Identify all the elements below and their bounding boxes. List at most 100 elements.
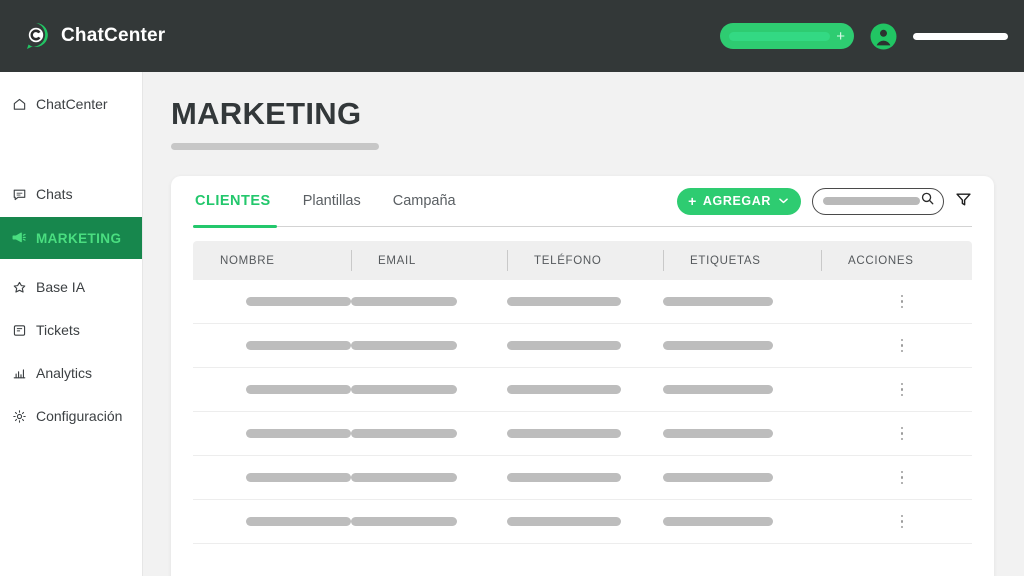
table-cell (193, 341, 351, 350)
tab-clientes[interactable]: CLIENTES (193, 176, 287, 228)
table-row[interactable] (193, 280, 972, 324)
cell-placeholder-bar (351, 341, 457, 350)
megaphone-icon (11, 230, 27, 246)
table-cell (193, 385, 351, 394)
cell-placeholder-bar (663, 385, 773, 394)
sidebar-item-analytics[interactable]: Analytics (0, 358, 142, 388)
cell-placeholder-bar (663, 517, 773, 526)
filter-button[interactable] (955, 191, 972, 211)
sidebar-item-chats[interactable]: Chats (0, 179, 142, 209)
table-cell (351, 473, 507, 482)
main-content: MARKETING CLIENTES Plantillas Campaña + … (143, 72, 1024, 576)
column-divider (821, 250, 822, 271)
table-cell (351, 385, 507, 394)
tab-list: CLIENTES Plantillas Campaña (193, 176, 472, 228)
app-root: ChatCenter + ChatCenter Chats MARKETING … (0, 0, 1024, 576)
column-header-label: NOMBRE (220, 254, 275, 267)
table-cell (663, 517, 821, 526)
sidebar-item-base-ia[interactable]: Base IA (0, 272, 142, 302)
kebab-menu-icon[interactable] (894, 467, 910, 489)
table-cell (507, 297, 663, 306)
sidebar-item-label: MARKETING (36, 230, 122, 246)
table-cell (507, 341, 663, 350)
table-row[interactable] (193, 368, 972, 412)
top-add-button[interactable]: + (720, 23, 854, 49)
column-divider (351, 250, 352, 271)
add-button-placeholder-bar (729, 31, 831, 41)
column-header-etiquetas: ETIQUETAS (663, 241, 821, 280)
kebab-menu-icon[interactable] (894, 511, 910, 533)
cell-placeholder-bar (507, 341, 621, 350)
add-client-button[interactable]: + AGREGAR (677, 187, 801, 215)
add-button-label: AGREGAR (702, 194, 771, 208)
column-divider (507, 250, 508, 271)
table-row[interactable] (193, 500, 972, 544)
clients-card: CLIENTES Plantillas Campaña + AGREGAR NO… (171, 176, 994, 576)
brand-name: ChatCenter (61, 25, 166, 46)
table-cell (663, 429, 821, 438)
sidebar-item-label: Chats (36, 186, 73, 202)
page-subtitle-placeholder-bar (171, 143, 379, 150)
table-cell (507, 473, 663, 482)
column-header-nombre: NOMBRE (193, 241, 351, 280)
tab-campana[interactable]: Campaña (377, 176, 472, 227)
sidebar-item-tickets[interactable]: Tickets (0, 315, 142, 345)
table-row[interactable] (193, 324, 972, 368)
cell-placeholder-bar (663, 429, 773, 438)
table-cell (507, 385, 663, 394)
user-name-placeholder-bar (913, 32, 1008, 40)
star-icon (11, 279, 27, 295)
cell-placeholder-bar (351, 385, 457, 394)
sidebar-item-configuracion[interactable]: Configuración (0, 401, 142, 431)
cell-placeholder-bar (351, 517, 457, 526)
tab-plantillas[interactable]: Plantillas (287, 176, 377, 227)
search-placeholder-bar (823, 197, 920, 205)
sidebar-item-chatcenter[interactable]: ChatCenter (0, 89, 142, 119)
plus-icon: + (836, 27, 845, 45)
cell-placeholder-bar (246, 341, 351, 350)
kebab-menu-icon[interactable] (894, 335, 910, 357)
sidebar-item-marketing[interactable]: MARKETING (0, 217, 142, 259)
cell-placeholder-bar (246, 297, 351, 306)
filter-funnel-icon (955, 191, 972, 211)
toolbar-actions: + AGREGAR (677, 187, 972, 215)
cell-placeholder-bar (351, 473, 457, 482)
top-bar-right: + (720, 0, 1008, 72)
sidebar-item-label: ChatCenter (36, 96, 108, 112)
page-title: MARKETING (171, 96, 362, 131)
table-row[interactable] (193, 412, 972, 456)
user-avatar-icon[interactable] (870, 23, 897, 50)
table-cell (507, 429, 663, 438)
cell-placeholder-bar (507, 429, 621, 438)
table-cell (193, 429, 351, 438)
table-row[interactable] (193, 456, 972, 500)
chart-icon (11, 365, 27, 381)
column-header-email: EMAIL (351, 241, 507, 280)
ticket-icon (11, 322, 27, 338)
sidebar-item-label: Tickets (36, 322, 80, 338)
column-header-label: TELÉFONO (534, 254, 602, 267)
tab-label: CLIENTES (195, 193, 271, 209)
table-cell (351, 341, 507, 350)
column-divider (663, 250, 664, 271)
column-header-label: ETIQUETAS (690, 254, 761, 267)
chevron-down-icon (779, 196, 788, 206)
home-icon (11, 96, 27, 112)
table-cell (351, 297, 507, 306)
kebab-menu-icon[interactable] (894, 379, 910, 401)
search-input[interactable] (812, 187, 944, 215)
sidebar-item-label: Analytics (36, 365, 93, 381)
kebab-menu-icon[interactable] (894, 291, 910, 313)
card-toolbar: CLIENTES Plantillas Campaña + AGREGAR (193, 176, 972, 228)
cell-placeholder-bar (246, 517, 351, 526)
kebab-menu-icon[interactable] (894, 423, 910, 445)
cell-placeholder-bar (663, 297, 773, 306)
cell-placeholder-bar (663, 473, 773, 482)
table-cell (351, 517, 507, 526)
table-cell (663, 385, 821, 394)
cell-placeholder-bar (246, 473, 351, 482)
brand[interactable]: ChatCenter (21, 21, 165, 51)
sidebar: ChatCenter Chats MARKETING Base IA Ticke… (0, 72, 143, 576)
cell-placeholder-bar (507, 473, 621, 482)
